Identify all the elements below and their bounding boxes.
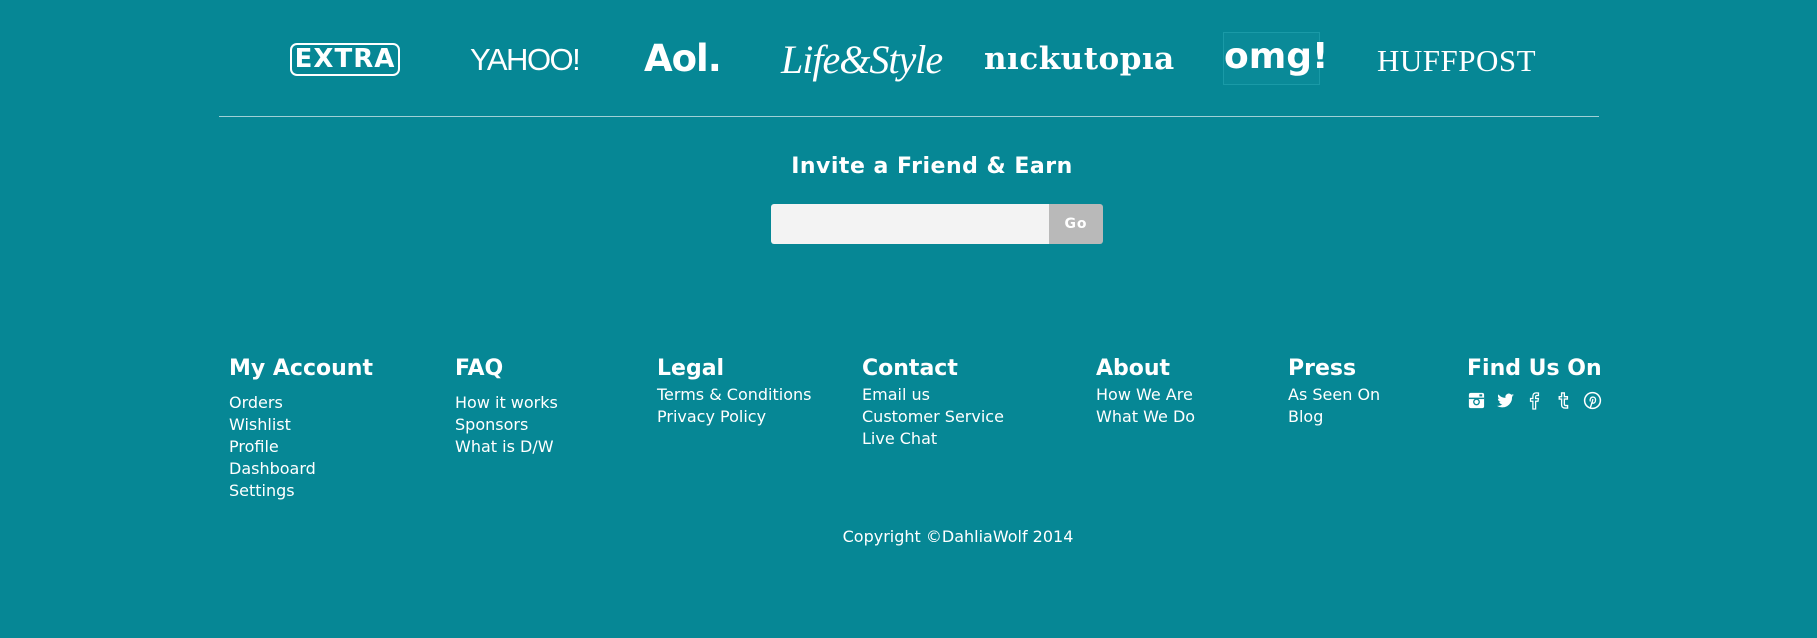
legal-links: Terms & Conditions Privacy Policy	[657, 384, 811, 428]
footer-link-terms[interactable]: Terms & Conditions	[657, 384, 811, 406]
huffpost-logo: HUFFPOST	[1377, 43, 1537, 78]
section-divider	[219, 116, 1599, 117]
footer-col-about: About How We Are What We Do	[1096, 354, 1195, 428]
footer-col-press: Press As Seen On Blog	[1288, 354, 1380, 428]
footer-link-as-seen-on[interactable]: As Seen On	[1288, 384, 1380, 406]
footer-link-privacy[interactable]: Privacy Policy	[657, 406, 811, 428]
legal-heading: Legal	[657, 356, 725, 381]
footer-col-faq: FAQ How it works Sponsors What is D/W	[455, 354, 558, 458]
faq-links: How it works Sponsors What is D/W	[455, 392, 558, 458]
footer-link-how-we-are[interactable]: How We Are	[1096, 384, 1195, 406]
invite-email-input[interactable]	[771, 204, 1049, 244]
omg-logo: omg!	[1223, 32, 1328, 85]
invite-title: Invite a Friend & Earn	[791, 154, 1073, 179]
footer-link-live-chat[interactable]: Live Chat	[862, 428, 1004, 450]
footer-link-dashboard[interactable]: Dashboard	[229, 458, 373, 480]
footer-link-blog[interactable]: Blog	[1288, 406, 1380, 428]
footer-col-my-account: My Account Orders Wishlist Profile Dashb…	[229, 354, 373, 502]
contact-heading: Contact	[862, 356, 958, 381]
twitter-icon[interactable]	[1496, 391, 1515, 410]
pinterest-icon[interactable]	[1583, 391, 1602, 410]
footer-col-contact: Contact Email us Customer Service Live C…	[862, 354, 1004, 450]
footer-link-what-we-do[interactable]: What We Do	[1096, 406, 1195, 428]
tumblr-icon[interactable]	[1554, 391, 1573, 410]
instagram-icon[interactable]	[1467, 391, 1486, 410]
press-links: As Seen On Blog	[1288, 384, 1380, 428]
footer-link-settings[interactable]: Settings	[229, 480, 373, 502]
footer-link-email-us[interactable]: Email us	[862, 384, 1004, 406]
footer-link-how-it-works[interactable]: How it works	[455, 392, 558, 414]
press-logos-row: EXTRA YAHOO! Aol. Life&Style nıckutopıa …	[0, 0, 1817, 116]
aol-logo: Aol.	[644, 37, 722, 80]
invite-form: Go	[771, 204, 1103, 244]
contact-links: Email us Customer Service Live Chat	[862, 384, 1004, 450]
footer-col-find-us: Find Us On	[1467, 354, 1602, 410]
footer-link-sponsors[interactable]: Sponsors	[455, 414, 558, 436]
my-account-heading: My Account	[229, 356, 373, 381]
life-and-style-logo: Life&Style	[781, 37, 943, 82]
footer-page: EXTRA YAHOO! Aol. Life&Style nıckutopıa …	[0, 0, 1817, 638]
about-heading: About	[1096, 356, 1171, 381]
faq-heading: FAQ	[455, 356, 504, 381]
nickutopia-logo: nıckutopıa	[984, 41, 1175, 77]
footer-link-what-is-dw[interactable]: What is D/W	[455, 436, 558, 458]
find-us-heading: Find Us On	[1467, 356, 1602, 381]
invite-go-button[interactable]: Go	[1049, 204, 1103, 244]
footer-link-profile[interactable]: Profile	[229, 436, 373, 458]
about-links: How We Are What We Do	[1096, 384, 1195, 428]
footer-link-wishlist[interactable]: Wishlist	[229, 414, 373, 436]
extra-logo: EXTRA	[290, 43, 400, 76]
copyright-text: Copyright ©DahliaWolf 2014	[842, 527, 1074, 546]
facebook-icon[interactable]	[1525, 391, 1544, 410]
press-heading: Press	[1288, 356, 1357, 381]
footer-link-customer-service[interactable]: Customer Service	[862, 406, 1004, 428]
my-account-links: Orders Wishlist Profile Dashboard Settin…	[229, 392, 373, 502]
footer-col-legal: Legal Terms & Conditions Privacy Policy	[657, 354, 811, 428]
footer-link-orders[interactable]: Orders	[229, 392, 373, 414]
social-icons	[1467, 391, 1602, 410]
yahoo-logo: YAHOO!	[470, 42, 581, 77]
